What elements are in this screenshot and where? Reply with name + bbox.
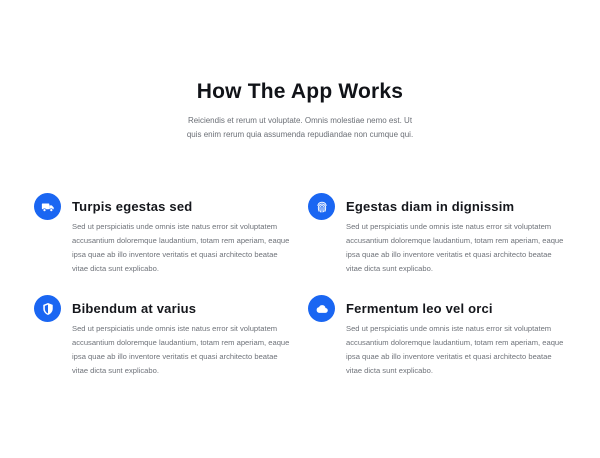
feature-text: Sed ut perspiciatis unde omnis iste natu… bbox=[72, 324, 290, 375]
truck-icon bbox=[34, 193, 61, 220]
section-title: How The App Works bbox=[196, 80, 404, 103]
feature-text: Sed ut perspiciatis unde omnis iste natu… bbox=[346, 324, 564, 375]
cloud-icon bbox=[308, 295, 335, 322]
section-description: Reiciendis et rerum ut voluptate. Omnis … bbox=[186, 116, 414, 139]
feature-title: Turpis egestas sed bbox=[72, 199, 193, 214]
feature-title: Egestas diam in dignissim bbox=[346, 199, 515, 214]
fingerprint-icon bbox=[308, 193, 335, 220]
feature-text: Sed ut perspiciatis unde omnis iste natu… bbox=[346, 222, 564, 273]
feature-text: Sed ut perspiciatis unde omnis iste natu… bbox=[72, 222, 290, 273]
shield-icon bbox=[34, 295, 61, 322]
feature-title: Bibendum at varius bbox=[72, 301, 197, 316]
feature-title: Fermentum leo vel orci bbox=[346, 301, 493, 316]
